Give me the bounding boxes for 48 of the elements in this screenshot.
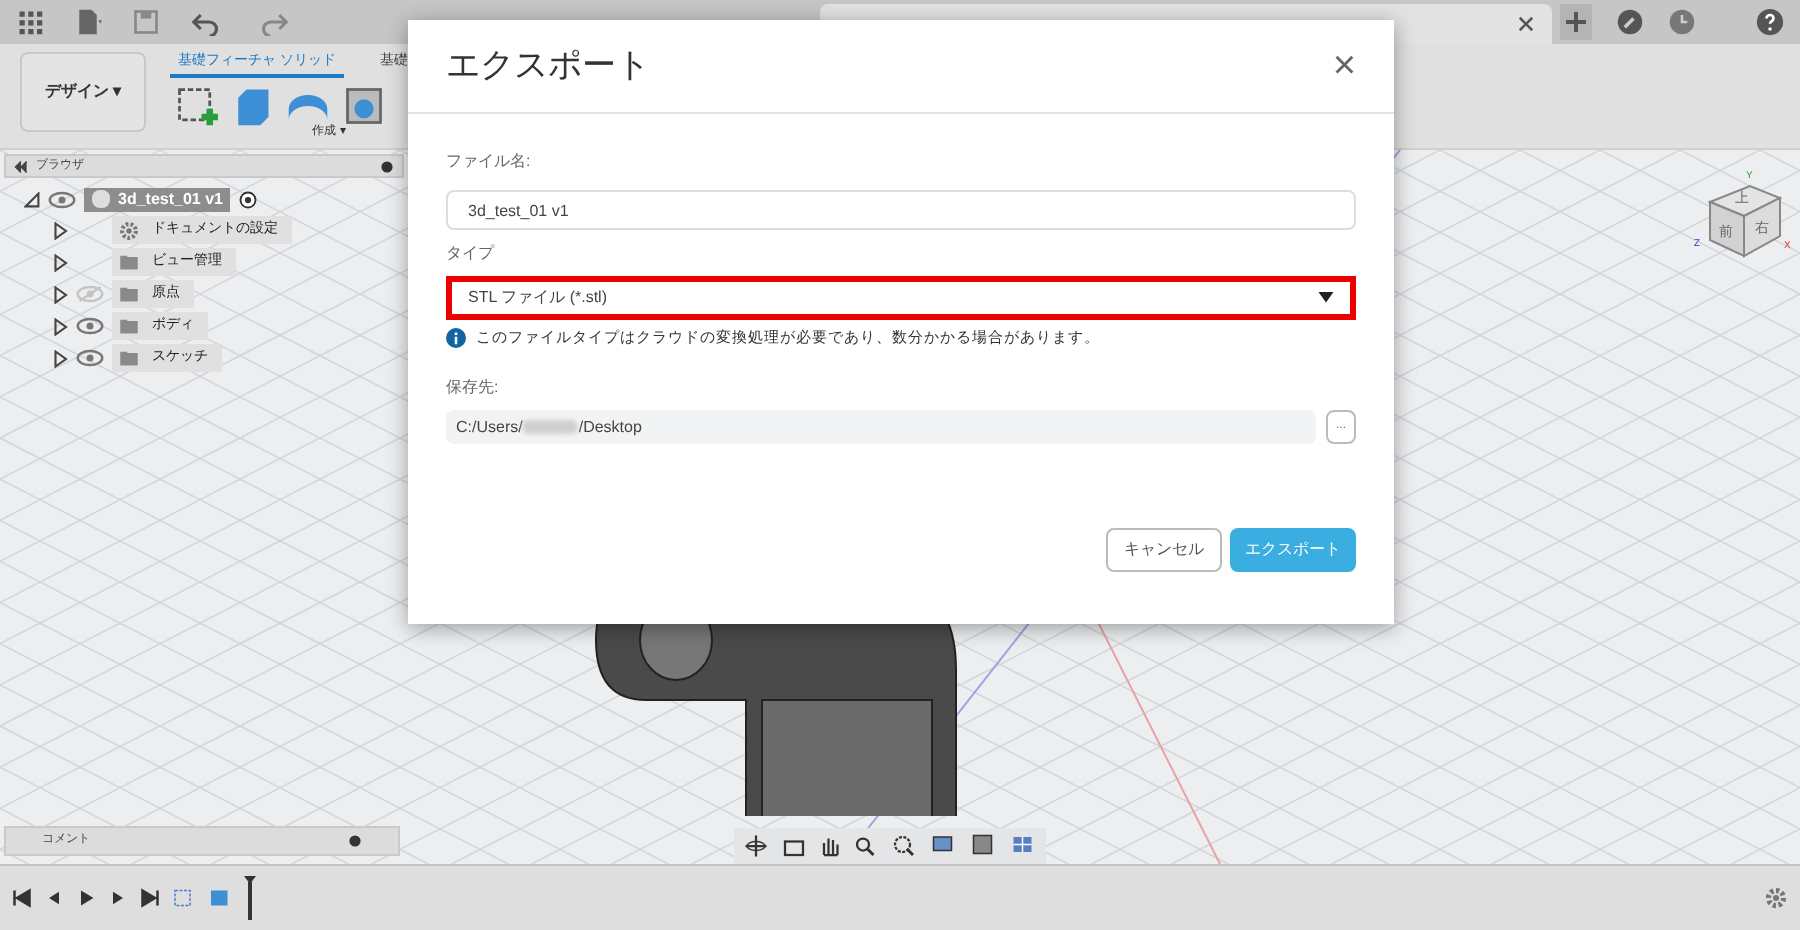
save-location-field[interactable]: C:/Users/ /Desktop <box>446 410 1316 445</box>
field-label: ファイル名: <box>446 150 533 174</box>
grid-icon[interactable] <box>970 834 998 858</box>
radio-icon[interactable] <box>238 189 259 209</box>
hole-icon[interactable] <box>342 84 386 128</box>
zoom-icon[interactable] <box>854 834 878 858</box>
workspace-dropdown[interactable]: デザイン ▾ <box>20 52 146 132</box>
type-dropdown[interactable]: STL ファイル (*.stl) <box>446 276 1356 320</box>
fit-icon[interactable] <box>890 834 918 858</box>
plus-icon <box>1566 12 1586 32</box>
cancel-button[interactable]: キャンセル <box>1106 528 1222 573</box>
dropdown-caret-icon <box>1318 292 1334 304</box>
redacted-username <box>522 420 579 435</box>
pin-icon[interactable] <box>380 159 394 173</box>
clock-icon[interactable] <box>1668 8 1696 36</box>
info-icon <box>446 327 466 348</box>
eye-icon[interactable] <box>76 316 104 336</box>
eye-icon[interactable] <box>76 348 104 368</box>
folder-icon <box>118 252 140 272</box>
step-back-icon[interactable] <box>44 888 64 908</box>
field-label: タイプ <box>446 242 497 266</box>
timeline-marker-icon[interactable] <box>244 876 256 920</box>
settings-icon[interactable] <box>1764 886 1788 910</box>
field-label: 保存先: <box>446 376 501 401</box>
skip-to-end-icon[interactable] <box>140 888 160 908</box>
close-icon[interactable] <box>1516 14 1536 34</box>
folder-icon <box>118 316 140 336</box>
apps-grid-icon[interactable] <box>16 8 44 36</box>
play-icon[interactable] <box>76 888 96 908</box>
orbit-icon[interactable] <box>742 834 770 858</box>
file-name-field[interactable]: 3d_test_01 v1 <box>446 190 1356 230</box>
new-tab-button[interactable] <box>1560 4 1592 40</box>
dialog-title: エクスポート <box>446 44 652 89</box>
folder-icon <box>118 348 140 368</box>
step-forward-icon[interactable] <box>108 888 128 908</box>
expanded-triangle-icon[interactable] <box>24 191 40 207</box>
gear-icon <box>118 219 140 241</box>
viewports-icon[interactable] <box>1010 834 1038 858</box>
help-icon[interactable] <box>1756 8 1784 36</box>
skip-to-start-icon[interactable] <box>12 888 32 908</box>
extrude-feature-icon[interactable] <box>208 886 232 910</box>
close-button[interactable]: × <box>1332 46 1356 86</box>
sketch-feature-icon[interactable] <box>172 886 196 910</box>
eye-icon[interactable] <box>48 189 76 209</box>
sketch-icon[interactable] <box>174 84 218 128</box>
add-comment-icon[interactable] <box>348 834 362 848</box>
collapse-icon[interactable] <box>14 159 28 173</box>
folder-icon <box>118 284 140 304</box>
